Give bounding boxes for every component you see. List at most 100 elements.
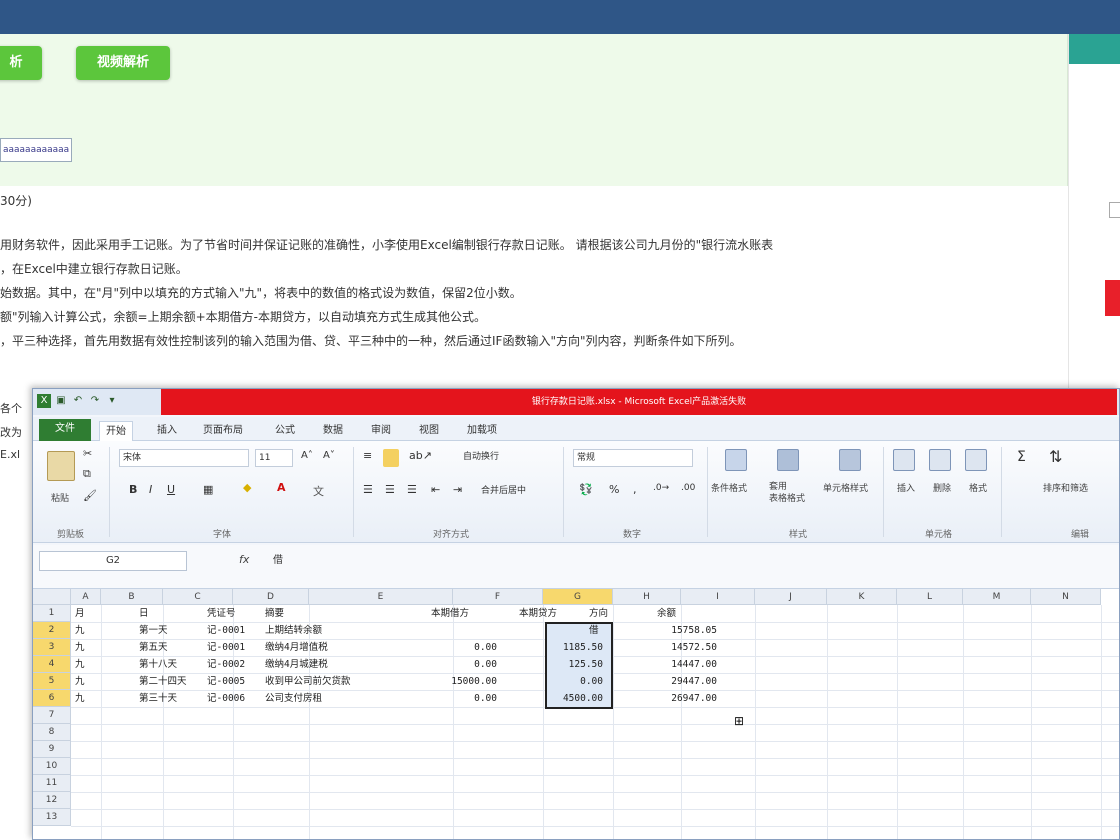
wrap-text-button[interactable]: 自动换行 — [463, 449, 499, 462]
tab-file[interactable]: 文件 — [39, 419, 91, 441]
shrink-font-icon[interactable]: A˅ — [323, 450, 335, 461]
decrease-decimal-icon[interactable]: .00 — [681, 483, 695, 493]
column-header[interactable]: C — [163, 589, 233, 605]
analysis-button[interactable]: 析 — [0, 46, 42, 80]
data-cell[interactable]: 26947.00 — [653, 690, 721, 707]
header-cell[interactable]: 月 — [71, 605, 131, 622]
column-header[interactable]: K — [827, 589, 897, 605]
answer-field[interactable]: aaaaaaaaaaaa — [0, 138, 72, 162]
data-cell[interactable] — [585, 639, 645, 656]
column-header[interactable]: M — [963, 589, 1031, 605]
data-cell[interactable]: 记-0006 — [203, 690, 263, 707]
row-header[interactable]: 8 — [33, 724, 71, 741]
column-header[interactable]: A — [71, 589, 101, 605]
column-header[interactable]: G — [543, 589, 613, 605]
indent-increase-icon[interactable]: ⇥ — [453, 483, 462, 496]
insert-cells-icon[interactable] — [893, 449, 915, 471]
row-header[interactable]: 3 — [33, 639, 71, 656]
row-header[interactable]: 9 — [33, 741, 71, 758]
grow-font-icon[interactable]: A˄ — [301, 450, 313, 461]
data-cell[interactable]: 第五天 — [135, 639, 205, 656]
tab-view[interactable]: 视图 — [413, 421, 445, 441]
column-header[interactable]: N — [1031, 589, 1101, 605]
data-cell[interactable]: 九 — [71, 673, 131, 690]
data-cell[interactable]: 九 — [71, 690, 131, 707]
format-painter-icon[interactable]: 🖌 — [83, 489, 97, 502]
number-format-select[interactable]: 常规 — [573, 449, 693, 467]
format-cells-icon[interactable] — [965, 449, 987, 471]
header-cell[interactable]: 日 — [135, 605, 205, 622]
select-all-corner[interactable] — [33, 589, 71, 605]
row-header[interactable]: 10 — [33, 758, 71, 775]
header-cell[interactable]: 余额 — [653, 605, 721, 622]
column-header[interactable]: E — [309, 589, 453, 605]
row-header[interactable]: 1 — [33, 605, 71, 622]
column-header[interactable]: J — [755, 589, 827, 605]
tab-addins[interactable]: 加载项 — [461, 421, 503, 441]
paste-icon[interactable] — [47, 451, 75, 481]
font-size-select[interactable]: 11 — [255, 449, 293, 467]
underline-icon[interactable]: U — [167, 483, 175, 496]
align-left-icon[interactable]: ☰ — [363, 483, 373, 496]
tab-review[interactable]: 审阅 — [365, 421, 397, 441]
data-cell[interactable]: 第三十天 — [135, 690, 205, 707]
align-middle-icon[interactable] — [383, 449, 399, 467]
column-header[interactable]: F — [453, 589, 543, 605]
align-top-icon[interactable]: ≡ — [363, 449, 372, 462]
data-cell[interactable] — [585, 690, 645, 707]
name-box[interactable]: G2 — [39, 551, 187, 571]
header-cell[interactable]: 摘要 — [261, 605, 411, 622]
row-header[interactable]: 6 — [33, 690, 71, 707]
undo-icon[interactable]: ↶ — [71, 394, 85, 408]
align-center-icon[interactable]: ☰ — [385, 483, 395, 496]
save-icon[interactable]: ▣ — [54, 394, 68, 408]
row-header[interactable]: 2 — [33, 622, 71, 639]
data-cell[interactable]: 15000.00 — [421, 673, 501, 690]
delete-cells-icon[interactable] — [929, 449, 951, 471]
fx-icon[interactable]: fx — [239, 553, 249, 566]
data-cell[interactable]: 公司支付房租 — [261, 690, 411, 707]
data-cell[interactable]: 0.00 — [421, 656, 501, 673]
data-cell[interactable]: 记-0005 — [203, 673, 263, 690]
percent-icon[interactable]: % — [609, 483, 619, 496]
video-analysis-button[interactable]: 视频解析 — [76, 46, 170, 80]
bold-icon[interactable]: B — [129, 483, 137, 496]
row-header[interactable]: 13 — [33, 809, 71, 826]
comma-icon[interactable]: , — [633, 483, 637, 496]
cell-styles-icon[interactable] — [839, 449, 861, 471]
right-panel-checkbox[interactable] — [1109, 202, 1120, 218]
data-cell[interactable]: 缴纳4月增值税 — [261, 639, 411, 656]
copy-icon[interactable]: ⧉ — [83, 467, 91, 481]
autosum-icon[interactable]: Σ — [1017, 449, 1026, 465]
font-color-icon[interactable]: A — [277, 481, 286, 494]
increase-decimal-icon[interactable]: .0→ — [653, 483, 669, 493]
tab-data[interactable]: 数据 — [317, 421, 349, 441]
data-cell[interactable] — [585, 656, 645, 673]
worksheet-grid[interactable]: A B C D E F G H I J K L M N 1 2 3 4 5 6 7 8 9 10 11 12 13 月日凭证号 摘要 本期… — [33, 589, 1119, 839]
dropdown-icon[interactable]: ▾ — [105, 394, 119, 408]
data-cell[interactable]: 第二十四天 — [135, 673, 205, 690]
data-cell[interactable]: 收到甲公司前欠货款 — [261, 673, 411, 690]
phonetic-icon[interactable]: 文 — [313, 483, 324, 499]
font-name-select[interactable]: 宋体 — [119, 449, 249, 467]
data-cell[interactable]: 记-0001 — [203, 622, 263, 639]
tab-home[interactable]: 开始 — [99, 421, 133, 441]
conditional-format-icon[interactable] — [725, 449, 747, 471]
data-cell[interactable]: 借 — [585, 622, 645, 639]
format-as-table-icon[interactable] — [777, 449, 799, 471]
row-header[interactable]: 7 — [33, 707, 71, 724]
column-header[interactable]: H — [613, 589, 681, 605]
header-cell[interactable]: 方向 — [585, 605, 645, 622]
align-right-icon[interactable]: ☰ — [407, 483, 417, 496]
data-cell[interactable]: 14447.00 — [653, 656, 721, 673]
data-cell[interactable]: 第十八天 — [135, 656, 205, 673]
indent-decrease-icon[interactable]: ⇤ — [431, 483, 440, 496]
data-cell[interactable]: 0.00 — [421, 639, 501, 656]
data-cell[interactable]: 上期结转余额 — [261, 622, 411, 639]
column-header[interactable]: D — [233, 589, 309, 605]
data-cell[interactable]: 记-0001 — [203, 639, 263, 656]
data-cell[interactable]: 14572.50 — [653, 639, 721, 656]
header-cell[interactable]: 凭证号 — [203, 605, 263, 622]
tab-page-layout[interactable]: 页面布局 — [197, 421, 249, 441]
data-cell[interactable]: 29447.00 — [653, 673, 721, 690]
